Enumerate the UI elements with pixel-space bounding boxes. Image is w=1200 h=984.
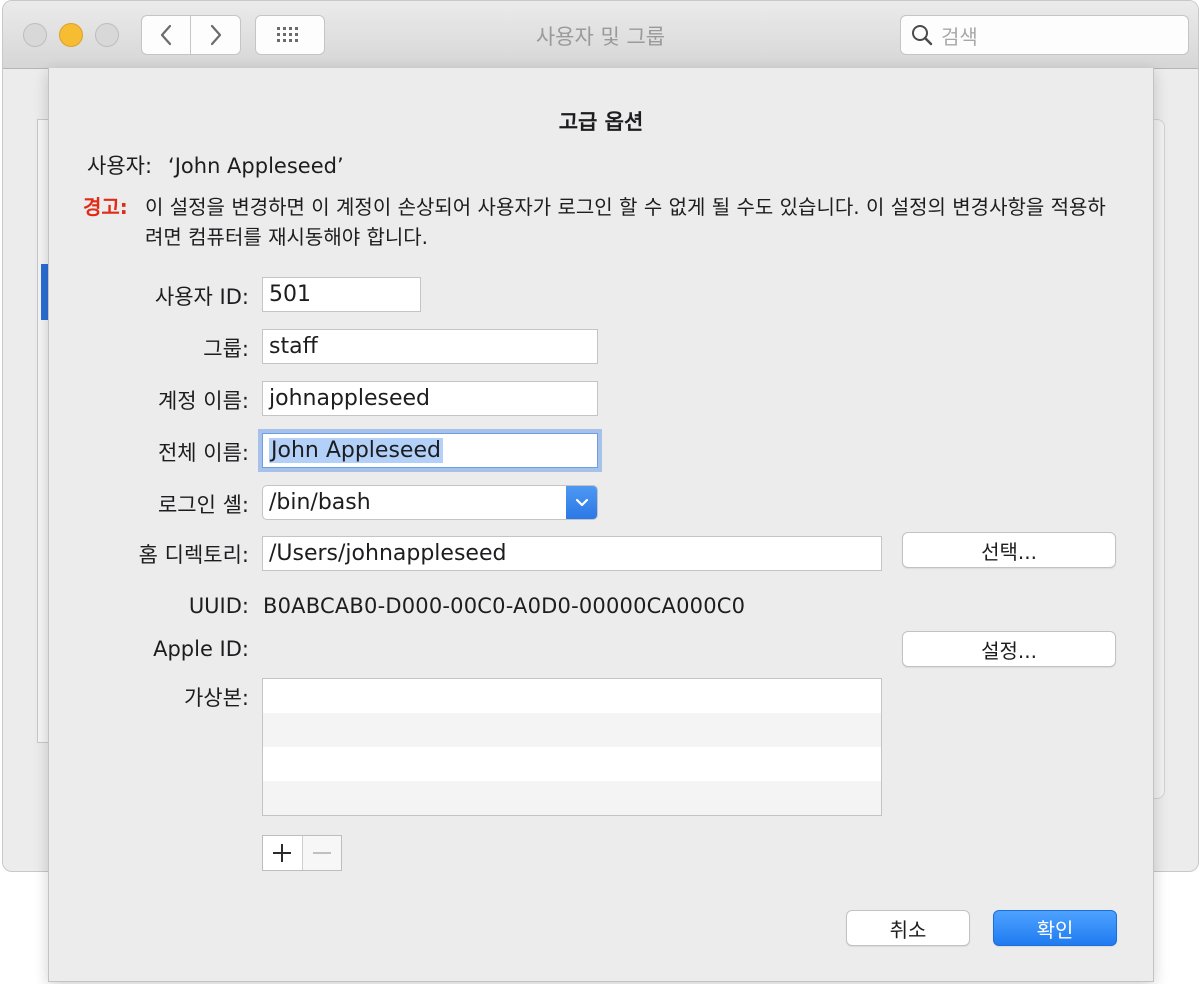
uuid-label: UUID: [188, 594, 249, 618]
list-item[interactable] [263, 713, 881, 747]
alias-add-remove-control [262, 835, 342, 871]
home-directory-label: 홈 디렉토리: [138, 543, 249, 567]
login-shell-label: 로그인 셸: [157, 493, 249, 517]
background-panel-edge [1153, 119, 1165, 799]
plus-icon [273, 844, 292, 862]
title-bar: 사용자 및 그룹 검색 [3, 1, 1198, 69]
warning-label: 경고: [83, 195, 128, 219]
user-line: 사용자: ‘John Appleseed’ [87, 150, 344, 180]
cancel-button[interactable]: 취소 [846, 910, 970, 946]
group-field[interactable]: staff [262, 329, 598, 364]
user-id-field[interactable]: 501 [262, 277, 421, 312]
search-icon [912, 25, 933, 46]
advanced-options-sheet: 고급 옵션 사용자: ‘John Appleseed’ 경고: 이 설정을 변경하… [48, 68, 1154, 982]
add-alias-button[interactable] [263, 836, 303, 870]
minus-icon [312, 852, 331, 854]
full-name-label: 전체 이름: [157, 441, 249, 465]
search-field[interactable]: 검색 [900, 15, 1189, 55]
apple-id-label: Apple ID: [153, 637, 249, 661]
group-value: staff [269, 334, 318, 359]
aliases-label: 가상본: [183, 686, 249, 710]
set-apple-id-button[interactable]: 설정... [902, 631, 1116, 667]
account-name-label: 계정 이름: [157, 389, 249, 413]
user-value: ‘John Appleseed’ [168, 154, 344, 178]
group-label: 그룹: [203, 337, 249, 361]
sheet-title: 고급 옵션 [558, 110, 644, 134]
list-item[interactable] [263, 679, 881, 713]
user-id-value: 501 [269, 282, 311, 307]
aliases-list[interactable] [262, 678, 882, 816]
login-shell-value: /bin/bash [269, 490, 371, 515]
warning-message: 경고: 이 설정을 변경하면 이 계정이 손상되어 사용자가 로그인 할 수 없… [83, 192, 1123, 252]
choose-button[interactable]: 선택... [902, 532, 1116, 568]
full-name-value: John Appleseed [269, 438, 443, 463]
home-directory-value: /Users/johnappleseed [269, 541, 507, 566]
search-placeholder: 검색 [941, 24, 978, 49]
full-name-field[interactable]: John Appleseed [262, 433, 598, 468]
account-name-value: johnappleseed [269, 386, 431, 411]
ok-button[interactable]: 확인 [993, 910, 1117, 946]
user-id-label: 사용자 ID: [154, 285, 249, 309]
popup-chevron-button[interactable] [566, 486, 597, 519]
list-item[interactable] [263, 747, 881, 781]
home-directory-field[interactable]: /Users/johnappleseed [262, 536, 882, 571]
remove-alias-button[interactable] [302, 836, 341, 870]
warning-text: 이 설정을 변경하면 이 계정이 손상되어 사용자가 로그인 할 수 없게 될 … [145, 195, 1106, 249]
uuid-value: B0ABCAB0-D000-00C0-A0D0-00000CA000C0 [263, 594, 746, 618]
popup-chevron-icon [575, 498, 589, 506]
list-item[interactable] [263, 781, 881, 815]
account-name-field[interactable]: johnappleseed [262, 381, 598, 416]
user-label: 사용자: [87, 154, 153, 178]
login-shell-popup[interactable]: /bin/bash [262, 485, 598, 520]
